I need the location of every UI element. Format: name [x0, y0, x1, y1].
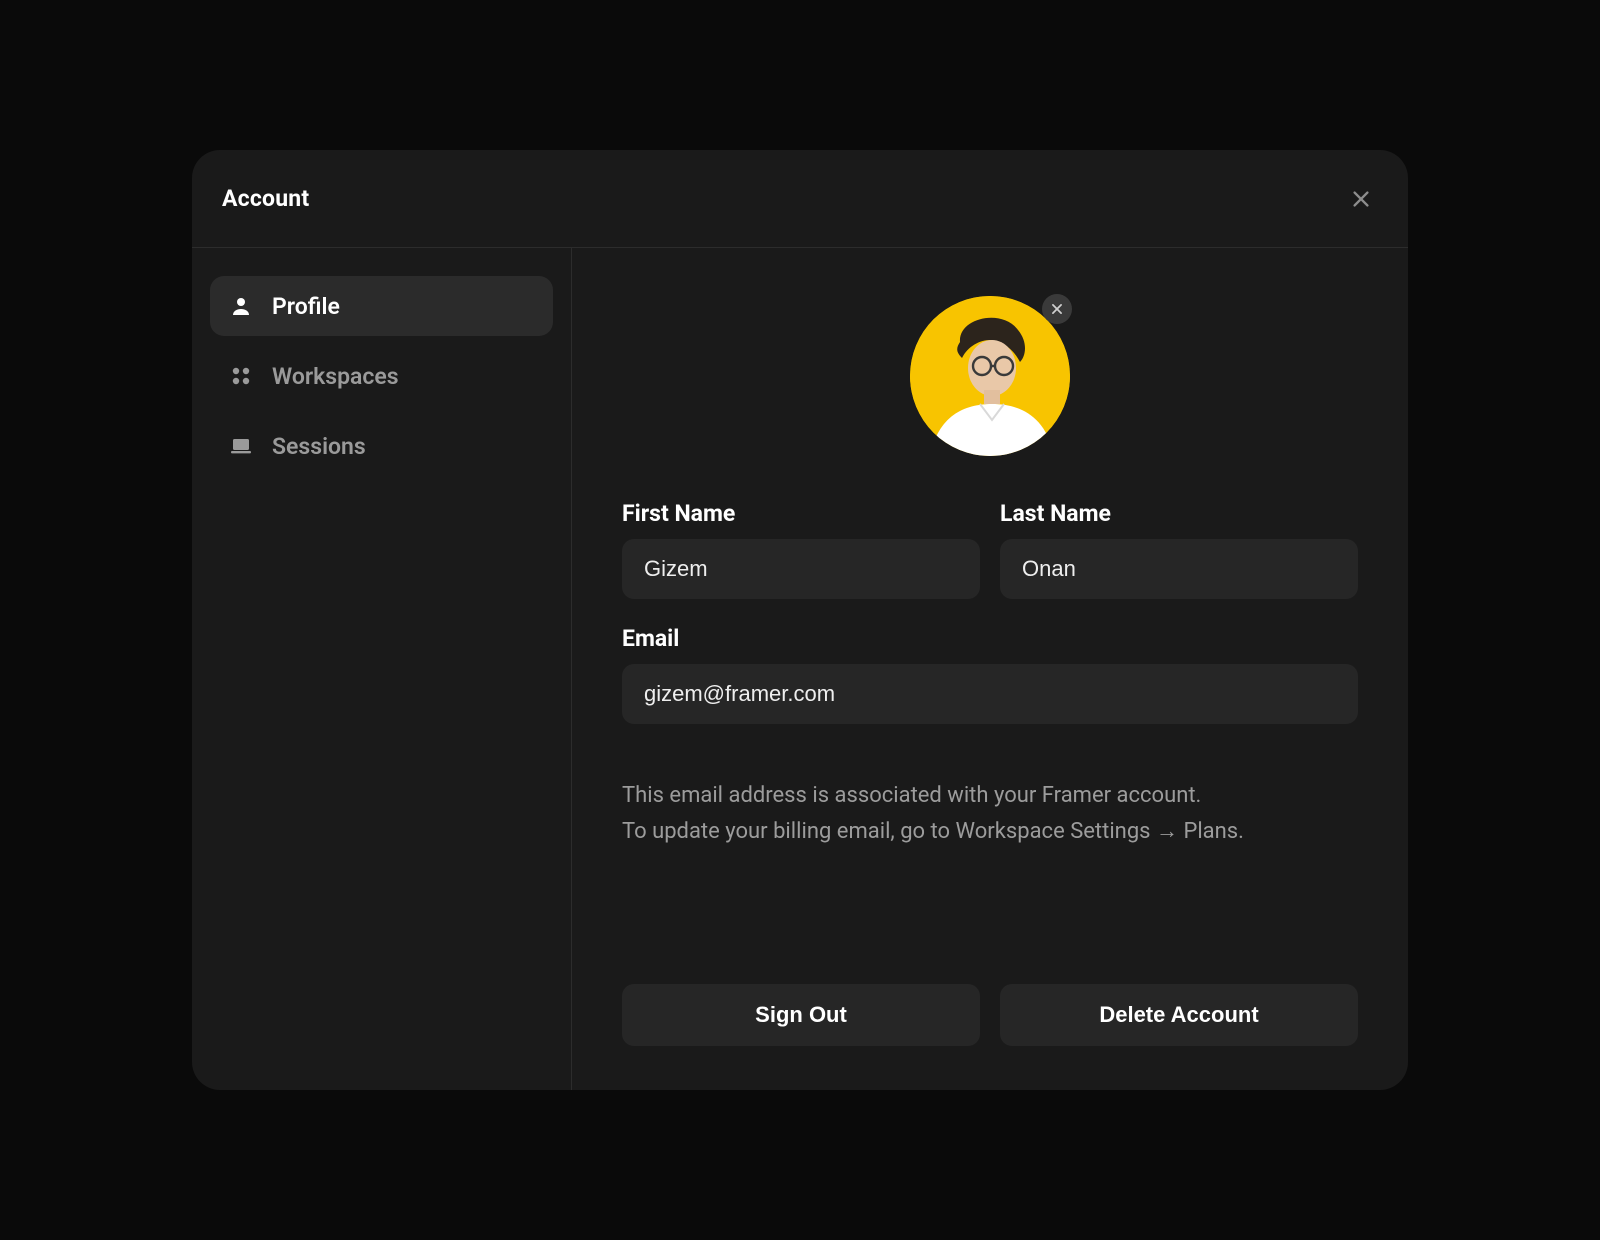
last-name-label: Last Name: [1000, 500, 1358, 527]
close-icon: [1050, 302, 1064, 316]
modal-header: Account: [192, 150, 1408, 248]
close-button[interactable]: [1344, 182, 1378, 216]
sidebar-item-sessions[interactable]: Sessions: [210, 416, 553, 476]
profile-panel: First Name Last Name Email This email ad…: [572, 248, 1408, 1090]
sidebar: Profile Workspaces: [192, 248, 572, 1090]
email-label: Email: [622, 625, 1358, 652]
email-field: Email: [622, 625, 1358, 760]
email-help-line: This email address is associated with yo…: [622, 778, 1358, 813]
email-help-text: This email address is associated with yo…: [622, 778, 1358, 848]
last-name-input[interactable]: [1000, 539, 1358, 599]
action-row: Sign Out Delete Account: [622, 984, 1358, 1046]
sidebar-item-label: Profile: [272, 293, 340, 320]
email-input[interactable]: [622, 664, 1358, 724]
sidebar-item-label: Workspaces: [272, 363, 399, 390]
sidebar-item-workspaces[interactable]: Workspaces: [210, 346, 553, 406]
modal-title: Account: [222, 185, 309, 212]
email-help-line: To update your billing email, go to Work…: [622, 814, 1358, 849]
grid-icon: [228, 363, 254, 389]
first-name-input[interactable]: [622, 539, 980, 599]
sign-out-button[interactable]: Sign Out: [622, 984, 980, 1046]
close-icon: [1350, 188, 1372, 210]
first-name-label: First Name: [622, 500, 980, 527]
last-name-field: Last Name: [1000, 500, 1358, 599]
sidebar-item-label: Sessions: [272, 433, 366, 460]
avatar-remove-button[interactable]: [1042, 294, 1072, 324]
laptop-icon: [228, 433, 254, 459]
modal-body: Profile Workspaces: [192, 248, 1408, 1090]
avatar-container: [910, 296, 1070, 456]
person-icon: [228, 293, 254, 319]
delete-account-button[interactable]: Delete Account: [1000, 984, 1358, 1046]
account-modal: Account Profile: [192, 150, 1408, 1090]
sidebar-item-profile[interactable]: Profile: [210, 276, 553, 336]
first-name-field: First Name: [622, 500, 980, 599]
